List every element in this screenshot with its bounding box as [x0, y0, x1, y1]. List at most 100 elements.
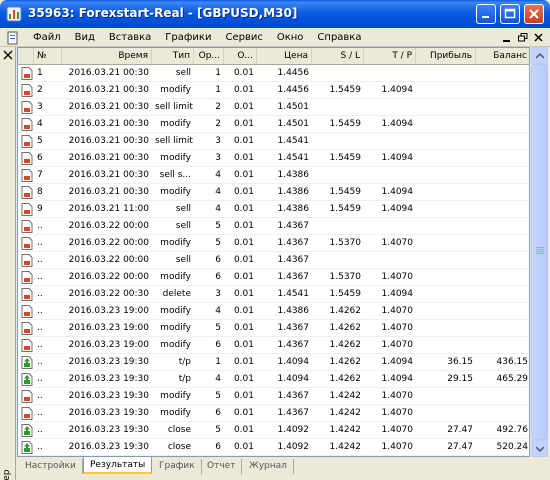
- header-time[interactable]: Время: [62, 48, 152, 64]
- menu-insert[interactable]: Вставка: [102, 30, 158, 45]
- row-time: 2016.03.22 00:00: [68, 272, 149, 282]
- header-volume[interactable]: О...: [224, 48, 257, 64]
- close-window-button[interactable]: [524, 4, 544, 24]
- document-icon: [7, 31, 18, 45]
- tab-results[interactable]: Результаты: [83, 457, 153, 474]
- tester-panel-sidebar: Тестер: [0, 47, 16, 480]
- row-balance: [476, 167, 529, 183]
- row-volume: 0.01: [233, 442, 254, 452]
- header-profit[interactable]: Прибыль: [416, 48, 476, 64]
- menu-window[interactable]: Окно: [270, 30, 311, 45]
- row-order: 3: [215, 136, 221, 146]
- table-row[interactable]: .. 2016.03.22 00:00 sell 5 0.01 1.4367: [18, 218, 529, 235]
- table-body: 1 2016.03.21 00:30 sell 1 0.01 1.4456 2 2016.03…: [18, 65, 529, 456]
- tab-settings[interactable]: Настройки: [19, 459, 83, 474]
- minimize-button[interactable]: [476, 4, 496, 24]
- row-num: ..: [37, 442, 43, 452]
- tester-tabs: Настройки Результаты График Отчет Журнал: [17, 457, 550, 480]
- row-time: 2016.03.21 11:00: [68, 204, 149, 214]
- mdi-close-button[interactable]: [532, 31, 546, 44]
- row-volume: 0.01: [233, 306, 254, 316]
- table-row[interactable]: 7 2016.03.21 00:30 sell s... 4 0.01 1.4386: [18, 167, 529, 184]
- table-row[interactable]: 6 2016.03.21 00:30 modify 3 0.01 1.4541 1.5459…: [18, 150, 529, 167]
- table-row[interactable]: .. 2016.03.23 19:00 modify 5 0.01 1.4367 1.426…: [18, 320, 529, 337]
- row-tp: 1.4094: [381, 153, 414, 163]
- header-sl[interactable]: S / L: [312, 48, 364, 64]
- row-price: 1.4367: [277, 340, 310, 350]
- chevron-down-icon: [536, 446, 544, 452]
- row-sl: [312, 252, 364, 268]
- table-row[interactable]: 8 2016.03.21 00:30 modify 4 0.01 1.4386 1.5459…: [18, 184, 529, 201]
- table-row[interactable]: 5 2016.03.21 00:30 sell limit 3 0.01 1.4541: [18, 133, 529, 150]
- header-order[interactable]: Ор...: [194, 48, 224, 64]
- table-row[interactable]: .. 2016.03.23 19:30 modify 6 0.01 1.4367 1.424…: [18, 405, 529, 422]
- table-row[interactable]: 2 2016.03.21 00:30 modify 1 0.01 1.4456 1.5459…: [18, 82, 529, 99]
- row-profit: [416, 320, 476, 336]
- row-time: 2016.03.22 00:30: [68, 289, 149, 299]
- header-tp[interactable]: T / P: [364, 48, 416, 64]
- tab-journal[interactable]: Журнал: [243, 459, 294, 474]
- row-order: 4: [215, 170, 221, 180]
- title-bar[interactable]: 35963: Forexstart-Real - [GBPUSD,M30]: [0, 0, 550, 28]
- menu-charts[interactable]: Графики: [158, 30, 218, 45]
- header-balance[interactable]: Баланс: [476, 48, 529, 64]
- header-num[interactable]: №: [34, 48, 62, 64]
- row-sl: [312, 65, 364, 81]
- table-row[interactable]: .. 2016.03.23 19:30 modify 5 0.01 1.4367 1.424…: [18, 388, 529, 405]
- table-row[interactable]: .. 2016.03.23 19:00 modify 4 0.01 1.4386 1.426…: [18, 303, 529, 320]
- row-sl: 1.4242: [329, 425, 362, 435]
- row-profit: [416, 218, 476, 234]
- row-type: modify: [160, 391, 191, 401]
- table-row[interactable]: .. 2016.03.22 00:30 delete 3 0.01 1.4541 1.545…: [18, 286, 529, 303]
- row-type: modify: [160, 85, 191, 95]
- row-tp: 1.4094: [381, 119, 414, 129]
- table-row[interactable]: .. 2016.03.23 19:30 close 5 0.01 1.4092 1.4242…: [18, 422, 529, 439]
- modify-doc-icon: [21, 305, 33, 318]
- scroll-up-button[interactable]: [531, 47, 548, 64]
- row-type: sell s...: [159, 170, 191, 180]
- row-type: modify: [160, 323, 191, 333]
- row-volume: 0.01: [233, 357, 254, 367]
- header-price[interactable]: Цена: [257, 48, 312, 64]
- scroll-down-button[interactable]: [531, 440, 548, 457]
- table-row[interactable]: .. 2016.03.22 00:00 modify 6 0.01 1.4367 1.537…: [18, 269, 529, 286]
- table-row[interactable]: 3 2016.03.21 00:30 sell limit 2 0.01 1.4501: [18, 99, 529, 116]
- table-row[interactable]: .. 2016.03.23 19:30 t/p 1 0.01 1.4094 1.4262 1.…: [18, 354, 529, 371]
- menu-view[interactable]: Вид: [68, 30, 102, 45]
- table-row[interactable]: .. 2016.03.22 00:00 sell 6 0.01 1.4367: [18, 252, 529, 269]
- menu-file[interactable]: Файл: [26, 30, 68, 45]
- row-icon-cell: [18, 99, 34, 115]
- maximize-button[interactable]: [500, 4, 520, 24]
- menu-help[interactable]: Справка: [310, 30, 368, 45]
- table-row[interactable]: .. 2016.03.23 19:30 close 6 0.01 1.4092 1.4242…: [18, 439, 529, 456]
- table-row[interactable]: 4 2016.03.21 00:30 modify 2 0.01 1.4501 1.5459…: [18, 116, 529, 133]
- row-time: 2016.03.21 00:30: [68, 153, 149, 163]
- row-balance: [476, 99, 529, 115]
- menu-tools[interactable]: Сервис: [218, 30, 269, 45]
- table-row[interactable]: 1 2016.03.21 00:30 sell 1 0.01 1.4456: [18, 65, 529, 82]
- mdi-restore-button[interactable]: [516, 31, 530, 44]
- table-row[interactable]: .. 2016.03.23 19:30 t/p 4 0.01 1.4094 1.4262 1.…: [18, 371, 529, 388]
- table-row[interactable]: .. 2016.03.22 00:00 modify 5 0.01 1.4367 1.537…: [18, 235, 529, 252]
- row-price: 1.4541: [277, 289, 310, 299]
- table-row[interactable]: 9 2016.03.21 11:00 sell 4 0.01 1.4386 1.5459 1.…: [18, 201, 529, 218]
- tab-report[interactable]: Отчет: [201, 459, 243, 474]
- tab-chart[interactable]: График: [153, 459, 202, 474]
- row-volume: 0.01: [233, 187, 254, 197]
- vertical-scrollbar[interactable]: [530, 47, 548, 457]
- row-price: 1.4367: [277, 408, 310, 418]
- table-row[interactable]: .. 2016.03.23 19:00 modify 6 0.01 1.4367 1.426…: [18, 337, 529, 354]
- row-order: 5: [215, 238, 221, 248]
- mdi-minimize-button[interactable]: [500, 31, 514, 44]
- close-panel-icon[interactable]: [3, 50, 13, 60]
- row-icon-cell: [18, 286, 34, 302]
- minimize-icon: [503, 40, 510, 42]
- row-volume: 0.01: [233, 255, 254, 265]
- sell-doc-icon: [21, 254, 33, 267]
- row-time: 2016.03.21 00:30: [68, 170, 149, 180]
- row-price: 1.4092: [277, 442, 310, 452]
- row-num: ..: [37, 408, 43, 418]
- scroll-thumb[interactable]: [531, 64, 548, 440]
- row-profit: [416, 252, 476, 268]
- header-type[interactable]: Тип: [152, 48, 194, 64]
